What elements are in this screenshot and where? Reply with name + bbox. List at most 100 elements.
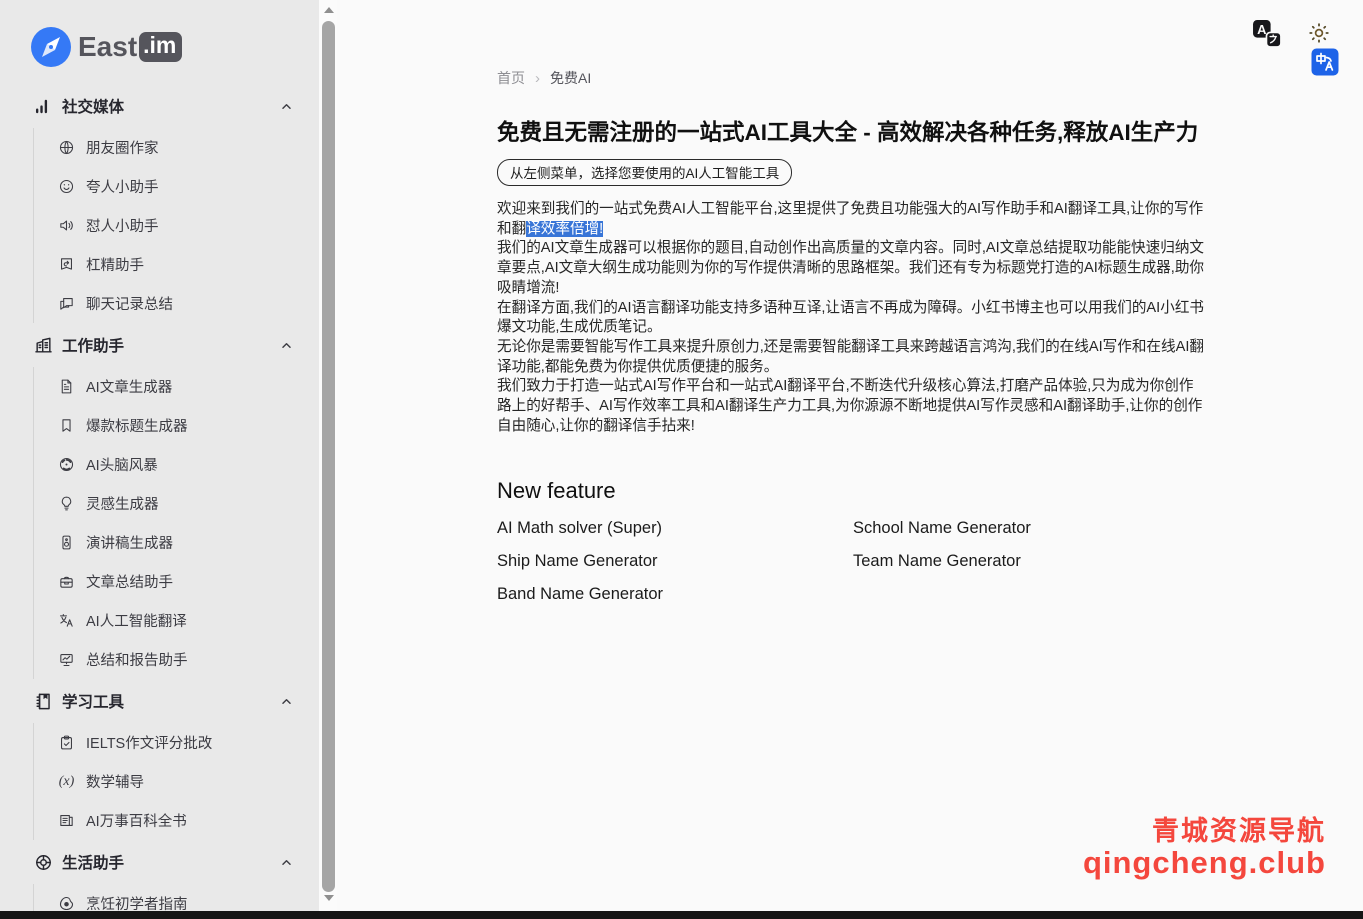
lightbulb-icon	[58, 495, 75, 512]
paragraph: 我们的AI文章生成器可以根据你的题目,自动创作出高质量的文章内容。同时,AI文章…	[497, 239, 1205, 298]
item-label: 爆款标题生成器	[86, 415, 188, 436]
item-label: 数学辅导	[86, 771, 144, 792]
item-label: 烹饪初学者指南	[86, 893, 188, 911]
sidebar-item-cooking-beginner-guide[interactable]: 烹饪初学者指南	[34, 884, 319, 911]
item-label: AI文章生成器	[86, 376, 172, 397]
document-icon	[58, 378, 75, 395]
breadcrumb-current: 免费AI	[550, 68, 591, 88]
paragraph: 无论你是需要智能写作工具来提升原创力,还是需要智能翻译工具来跨越语言鸿沟,我们的…	[497, 338, 1205, 377]
compass-logo-icon	[30, 26, 72, 68]
speech-box-icon	[58, 534, 75, 551]
encyclopedia-icon	[58, 812, 75, 829]
chevron-up-icon	[278, 337, 295, 354]
bottom-edge-bar	[0, 911, 1363, 919]
watermark: 青城资源导航 qingcheng.club	[1083, 816, 1326, 881]
selected-text: 译效率倍增!	[526, 221, 603, 237]
item-label: 怼人小助手	[86, 215, 159, 236]
comeback-arrow-icon	[58, 256, 75, 273]
link-team-name-generator[interactable]: Team Name Generator	[853, 552, 1021, 571]
sidebar-item-compliment-helper[interactable]: 夸人小助手	[34, 167, 319, 206]
brainstorm-icon	[58, 456, 75, 473]
smiley-icon	[58, 178, 75, 195]
watermark-line2: qingcheng.club	[1083, 846, 1326, 881]
link-ship-name-generator[interactable]: Ship Name Generator	[497, 552, 658, 571]
sidebar-nav: 社交媒体 朋友圈作家 夸人小助手	[0, 84, 319, 911]
brand-logo[interactable]: East .im	[30, 26, 319, 68]
globe-icon	[58, 139, 75, 156]
breadcrumb: 首页 › 免费AI	[497, 0, 1205, 88]
lifebuoy-icon	[34, 853, 53, 872]
clipboard-check-icon	[58, 734, 75, 751]
chevron-up-icon	[278, 854, 295, 871]
item-label: 总结和报告助手	[86, 649, 188, 670]
item-label: AI头脑风暴	[86, 454, 158, 475]
item-label: 演讲稿生成器	[86, 532, 173, 553]
sidebar-scrollbar[interactable]	[319, 0, 337, 911]
link-ai-math-solver[interactable]: AI Math solver (Super)	[497, 519, 662, 538]
brand-badge: .im	[139, 32, 182, 63]
translate-dark-icon[interactable]: A	[1252, 19, 1283, 49]
sidebar-item-chat-summary[interactable]: 聊天记录总结	[34, 284, 319, 323]
item-label: 灵感生成器	[86, 493, 159, 514]
sidebar-section-work-assistant[interactable]: 工作助手	[0, 323, 319, 367]
item-label: 朋友圈作家	[86, 137, 159, 158]
paragraph: 欢迎来到我们的一站式免费AI人工智能平台,这里提供了免费且功能强大的AI写作助手…	[497, 200, 1205, 239]
item-label: 文章总结助手	[86, 571, 173, 592]
scroll-down-arrow-icon[interactable]	[324, 895, 334, 901]
sidebar-item-moments-writer[interactable]: 朋友圈作家	[34, 128, 319, 167]
section-label: 生活助手	[62, 851, 124, 873]
sidebar-section-life-assistant[interactable]: 生活助手	[0, 840, 319, 884]
section-label: 社交媒体	[62, 95, 124, 117]
sidebar-section-social-media[interactable]: 社交媒体	[0, 84, 319, 128]
paragraph: 我们致力于打造一站式AI写作平台和一站式AI翻译平台,不断迭代升级核心算法,打磨…	[497, 377, 1205, 436]
theme-sun-icon[interactable]	[1307, 21, 1331, 45]
sidebar-section-learning-tools[interactable]: 学习工具	[0, 679, 319, 723]
sidebar-item-math-tutoring[interactable]: (x) 数学辅导	[34, 762, 319, 801]
sidebar-item-retort-helper[interactable]: 杠精助手	[34, 245, 319, 284]
svg-text:A: A	[1257, 22, 1266, 37]
translate-blue-icon[interactable]	[1311, 48, 1339, 76]
instruction-pill: 从左侧菜单，选择您要使用的AI人工智能工具	[497, 159, 792, 186]
brand-name: East	[78, 31, 137, 63]
sidebar-item-speech-generator[interactable]: 演讲稿生成器	[34, 523, 319, 562]
sidebar-item-ai-article-generator[interactable]: AI文章生成器	[34, 367, 319, 406]
item-label: 聊天记录总结	[86, 293, 173, 314]
notebook-icon	[34, 692, 53, 711]
sidebar-item-hot-title-generator[interactable]: 爆款标题生成器	[34, 406, 319, 445]
sidebar-item-ai-brainstorm[interactable]: AI头脑风暴	[34, 445, 319, 484]
item-label: AI万事百科全书	[86, 810, 187, 831]
sidebar-item-ai-translation[interactable]: AI人工智能翻译	[34, 601, 319, 640]
chevron-up-icon	[278, 98, 295, 115]
link-school-name-generator[interactable]: School Name Generator	[853, 519, 1031, 538]
sidebar-item-ielts-essay-grading[interactable]: IELTS作文评分批改	[34, 723, 319, 762]
paragraph: 在翻译方面,我们的AI语言翻译功能支持多语种互译,让语言不再成为障碍。小红书博主…	[497, 299, 1205, 338]
watermark-line1: 青城资源导航	[1083, 816, 1326, 846]
chart-bars-icon	[34, 97, 53, 116]
fried-egg-icon	[58, 895, 75, 911]
sidebar-item-inspiration-generator[interactable]: 灵感生成器	[34, 484, 319, 523]
chat-bubbles-icon	[58, 295, 75, 312]
item-label: 夸人小助手	[86, 176, 159, 197]
breadcrumb-separator: ›	[535, 70, 540, 87]
item-label: IELTS作文评分批改	[86, 732, 212, 753]
speaker-icon	[58, 217, 75, 234]
sidebar-item-article-summary[interactable]: 文章总结助手	[34, 562, 319, 601]
item-label: 杠精助手	[86, 254, 144, 275]
sidebar-item-summary-report[interactable]: 总结和报告助手	[34, 640, 319, 679]
sidebar-item-roast-helper[interactable]: 怼人小助手	[34, 206, 319, 245]
page-title: 免费且无需注册的一站式AI工具大全 - 高效解决各种任务,释放AI生产力	[497, 119, 1205, 146]
archive-box-icon	[58, 573, 75, 590]
report-chart-icon	[58, 651, 75, 668]
item-label: AI人工智能翻译	[86, 610, 187, 631]
scrollbar-thumb[interactable]	[322, 21, 335, 892]
breadcrumb-home-link[interactable]: 首页	[497, 68, 525, 88]
section-label: 学习工具	[62, 690, 124, 712]
new-feature-heading: New feature	[497, 478, 1205, 504]
function-icon: (x)	[58, 774, 75, 790]
new-feature-links: AI Math solver (Super) School Name Gener…	[497, 519, 1205, 604]
link-band-name-generator[interactable]: Band Name Generator	[497, 585, 663, 604]
sidebar: East .im 社交媒体 朋友圈作家	[0, 0, 319, 911]
sidebar-item-ai-encyclopedia[interactable]: AI万事百科全书	[34, 801, 319, 840]
scroll-up-arrow-icon[interactable]	[324, 7, 334, 13]
translate-icon	[58, 612, 75, 629]
